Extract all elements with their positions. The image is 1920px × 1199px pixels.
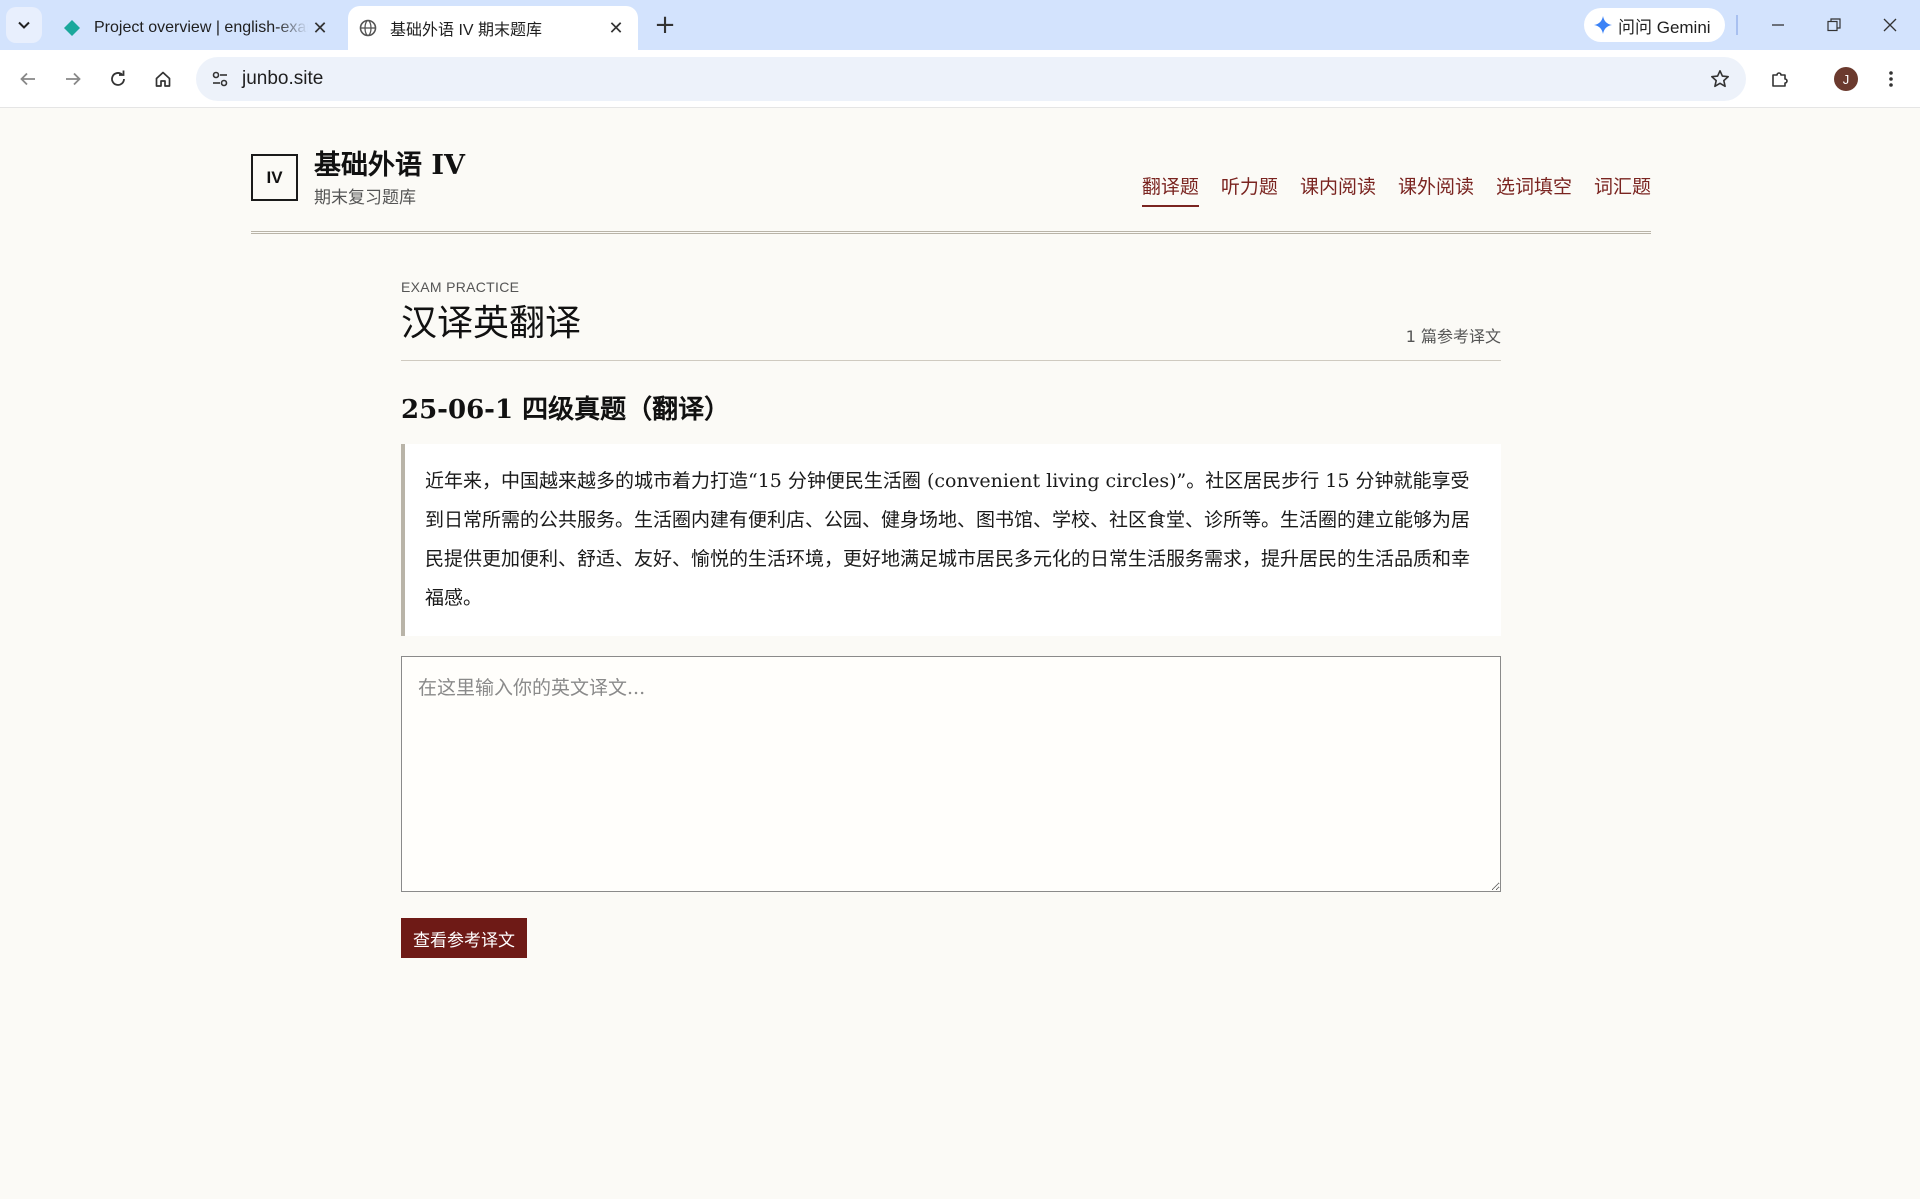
tab-search-button[interactable]: [6, 7, 42, 43]
globe-favicon-icon: [358, 18, 378, 38]
nav-in-class-reading[interactable]: 课内阅读: [1300, 172, 1376, 207]
gemini-sparkle-icon: [1594, 16, 1612, 34]
gemini-label: 问问 Gemini: [1618, 17, 1711, 37]
reference-count: 1 篇参考译文: [1405, 327, 1501, 346]
close-tab-icon[interactable]: ✕: [308, 16, 332, 40]
restore-icon[interactable]: [1806, 0, 1862, 50]
section-eyebrow: EXAM PRACTICE: [401, 279, 520, 295]
translation-answer-input[interactable]: [401, 656, 1501, 892]
close-tab-icon[interactable]: ✕: [604, 16, 628, 40]
chevron-down-icon: [18, 21, 30, 29]
browser-tabstrip: Project overview | english-exam ✕ 基础外语 I…: [0, 0, 1920, 50]
ask-gemini-button[interactable]: 问问 Gemini: [1584, 8, 1725, 42]
diamond-favicon-icon: [62, 18, 82, 38]
site-header: IV 基础外语 IV 期末复习题库 翻译题 听力题 课内阅读 课外阅读 选词填空…: [251, 109, 1651, 234]
tab-title: Project overview | english-exam: [94, 19, 308, 36]
home-icon[interactable]: [145, 61, 181, 97]
bookmark-star-icon[interactable]: [1700, 59, 1740, 99]
tabstrip-divider: [1736, 15, 1738, 35]
show-reference-button[interactable]: 查看参考译文: [401, 918, 527, 958]
new-tab-plus-icon[interactable]: +: [650, 10, 680, 40]
reload-icon[interactable]: [100, 61, 136, 97]
main-content: EXAM PRACTICE 汉译英翻译 1 篇参考译文 25-06-1 四级真题…: [401, 279, 1501, 958]
question-title: 25-06-1 四级真题（翻译）: [401, 395, 731, 425]
forward-arrow-icon[interactable]: [55, 61, 91, 97]
tab-exam-bank[interactable]: 基础外语 IV 期末题库 ✕: [348, 6, 638, 50]
tab-title: 基础外语 IV 期末题库: [390, 22, 543, 39]
question-prompt: 近年来，中国越来越多的城市着力打造“15 分钟便民生活圈 (convenient…: [401, 444, 1501, 636]
nav-translation[interactable]: 翻译题: [1141, 172, 1199, 207]
address-bar[interactable]: junbo.site: [196, 57, 1746, 101]
site-title[interactable]: 基础外语 IV: [314, 143, 465, 182]
nav-cloze[interactable]: 选词填空: [1496, 172, 1572, 207]
tab-project-overview[interactable]: Project overview | english-exam ✕: [52, 6, 342, 50]
extensions-puzzle-icon[interactable]: [1762, 61, 1798, 97]
site-info-tune-icon[interactable]: [200, 59, 240, 99]
close-window-icon[interactable]: [1862, 0, 1918, 50]
main-nav: 翻译题 听力题 课内阅读 课外阅读 选词填空 词汇题: [1120, 172, 1651, 207]
page-title-row: 汉译英翻译 1 篇参考译文: [401, 301, 1501, 361]
site-subtitle: 期末复习题库: [314, 188, 416, 208]
page-title: 汉译英翻译: [401, 303, 582, 344]
browser-toolbar: junbo.site J: [0, 50, 1920, 108]
nav-extra-reading[interactable]: 课外阅读: [1398, 172, 1474, 207]
nav-vocabulary[interactable]: 词汇题: [1594, 172, 1651, 207]
page-viewport: IV 基础外语 IV 期末复习题库 翻译题 听力题 课内阅读 课外阅读 选词填空…: [0, 109, 1920, 1199]
more-menu-icon[interactable]: [1873, 61, 1909, 97]
url-text: junbo.site: [242, 68, 324, 89]
nav-listening[interactable]: 听力题: [1221, 172, 1278, 207]
back-arrow-icon[interactable]: [10, 61, 46, 97]
site-logo[interactable]: IV: [251, 154, 298, 201]
minimize-icon[interactable]: [1750, 0, 1806, 50]
profile-avatar[interactable]: J: [1834, 67, 1858, 91]
